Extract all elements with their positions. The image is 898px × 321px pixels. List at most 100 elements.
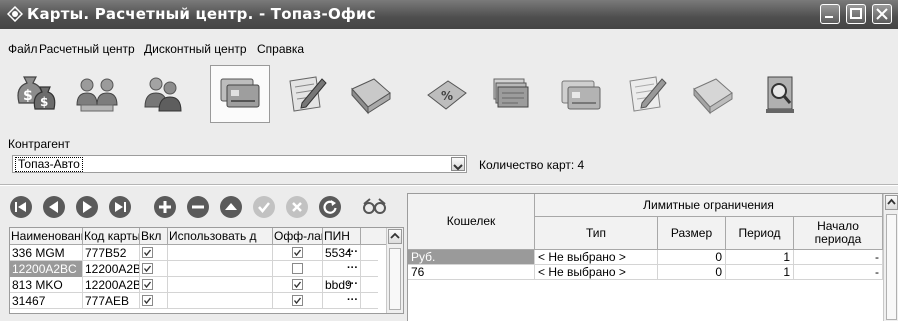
offline-checkbox[interactable] xyxy=(292,263,303,274)
table-row[interactable]: 12200A2BC 12200A2B ··· xyxy=(10,261,378,277)
toolbar-cards-button[interactable] xyxy=(210,65,270,123)
users-pair-icon xyxy=(144,77,182,112)
column-header-enabled[interactable]: Вкл xyxy=(140,228,168,244)
edit-document-icon xyxy=(629,76,667,112)
cell-use xyxy=(168,261,273,277)
menu-file[interactable]: Файл xyxy=(8,42,38,56)
svg-text:$: $ xyxy=(23,88,33,104)
nav-cancel-button[interactable] xyxy=(285,195,309,219)
nav-delete-button[interactable] xyxy=(186,195,210,219)
nav-edit-button[interactable] xyxy=(219,195,243,219)
nav-next-button[interactable] xyxy=(75,195,99,219)
menu-discount-center[interactable]: Дисконтный центр xyxy=(144,42,247,56)
ellipsis-icon[interactable]: ··· xyxy=(347,277,358,292)
column-header-period[interactable]: Период xyxy=(726,217,794,250)
menu-bar: Файл Расчетный центр Дисконтный центр Сп… xyxy=(0,42,898,60)
toolbar-report-button[interactable] xyxy=(752,68,812,122)
link-icon xyxy=(363,198,386,214)
scroll-thumb[interactable] xyxy=(886,214,897,320)
limits-scrollbar[interactable] xyxy=(883,194,898,321)
cell-use xyxy=(168,293,273,309)
column-header-type[interactable]: Тип xyxy=(535,217,658,250)
column-header-wallet[interactable]: Кошелек xyxy=(408,194,535,250)
offline-checkbox[interactable] xyxy=(292,247,303,258)
nav-prev-button[interactable] xyxy=(42,195,66,219)
toolbar-edit-button[interactable] xyxy=(278,68,338,122)
toolbar-folder2-button[interactable] xyxy=(684,68,744,122)
nav-post-button[interactable] xyxy=(252,195,276,219)
column-header-offline[interactable]: Офф-лайн xyxy=(273,228,323,244)
column-header-code[interactable]: Код карты xyxy=(83,228,140,244)
offline-checkbox[interactable] xyxy=(292,279,303,290)
enabled-checkbox[interactable] xyxy=(142,247,153,258)
column-header-name[interactable]: Наименовани xyxy=(10,228,83,244)
svg-text:%: % xyxy=(441,89,453,103)
toolbar-users-group-button[interactable] xyxy=(69,68,129,122)
discount-card-icon: % xyxy=(427,80,467,110)
scroll-thumb[interactable] xyxy=(389,248,401,310)
svg-text:$: $ xyxy=(40,95,48,109)
cell-wallet: Руб. xyxy=(408,250,535,265)
cell-code: 777B52 xyxy=(83,245,140,261)
cell-name: 31467 xyxy=(10,293,83,309)
cell-name: 336 MGM xyxy=(10,245,83,261)
post-icon xyxy=(253,196,275,218)
cards-table[interactable]: Наименовани Код карты Вкл Использовать д… xyxy=(9,227,404,314)
minimize-button[interactable] xyxy=(820,4,840,24)
table-row[interactable]: 336 MGM 777B52 5534 ··· xyxy=(10,245,378,261)
toolbar-card-stack-button[interactable] xyxy=(482,68,542,122)
menu-help[interactable]: Справка xyxy=(257,42,304,56)
enabled-checkbox[interactable] xyxy=(142,263,153,274)
cell-period: 1 xyxy=(726,265,794,280)
menu-settlement-center[interactable]: Расчетный центр xyxy=(39,42,135,56)
limits-table[interactable]: Кошелек Лимитные ограничения Тип Размер … xyxy=(407,193,898,321)
toolbar-users-pair-button[interactable] xyxy=(134,68,194,122)
toolbar-folder-button[interactable] xyxy=(342,68,402,122)
table-row[interactable]: 31467 777AEB ··· xyxy=(10,293,378,309)
cards-table-header: Наименовани Код карты Вкл Использовать д… xyxy=(10,228,403,245)
enabled-checkbox[interactable] xyxy=(142,279,153,290)
enabled-checkbox[interactable] xyxy=(142,295,153,306)
scroll-up-button[interactable] xyxy=(885,195,898,210)
column-header-use[interactable]: Использовать д xyxy=(168,228,273,244)
nav-link-button[interactable] xyxy=(361,195,386,219)
cell-use xyxy=(168,245,273,261)
maximize-button[interactable] xyxy=(846,4,866,24)
nav-first-button[interactable] xyxy=(9,195,33,219)
delete-icon xyxy=(187,196,209,218)
toolbar-money-button[interactable]: $ $ xyxy=(5,68,65,122)
offline-checkbox[interactable] xyxy=(292,295,303,306)
ellipsis-icon[interactable]: ··· xyxy=(347,293,358,308)
cards-scrollbar[interactable] xyxy=(386,228,403,313)
chevron-down-icon xyxy=(453,164,463,171)
contractor-dropdown-button[interactable] xyxy=(451,157,465,171)
column-header-period-start[interactable]: Начало периода xyxy=(794,217,883,250)
checkmark-icon xyxy=(293,249,302,257)
edit-icon xyxy=(220,196,242,218)
minimize-icon xyxy=(825,16,833,18)
checkmark-icon xyxy=(293,281,302,289)
toolbar-edit2-button[interactable] xyxy=(618,68,678,122)
column-header-size[interactable]: Размер xyxy=(658,217,726,250)
cards-icon xyxy=(220,78,260,108)
ellipsis-icon[interactable]: ··· xyxy=(347,261,358,276)
column-header-pin[interactable]: ПИН xyxy=(323,228,361,244)
close-button[interactable] xyxy=(872,4,892,24)
last-icon xyxy=(109,196,131,218)
contractor-value: Топаз-Авто xyxy=(15,157,83,172)
contractor-select[interactable]: Топаз-Авто xyxy=(12,155,467,173)
chevron-up-icon xyxy=(390,232,400,239)
nav-add-button[interactable] xyxy=(153,195,177,219)
nav-refresh-button[interactable] xyxy=(318,195,342,219)
table-row[interactable]: 813 MKO 12200A2B bbd9 ··· xyxy=(10,277,378,293)
checkmark-icon xyxy=(143,265,152,273)
cell-size: 0 xyxy=(658,250,726,265)
ellipsis-icon[interactable]: ··· xyxy=(347,245,358,260)
folder-icon xyxy=(693,78,733,115)
toolbar-cards2-button[interactable] xyxy=(552,68,612,122)
cell-wallet: 76 xyxy=(408,265,535,280)
nav-last-button[interactable] xyxy=(108,195,132,219)
toolbar-discount-button[interactable]: % xyxy=(418,68,478,122)
title-bar[interactable]: Карты. Расчетный центр. - Топаз-Офис xyxy=(0,0,898,29)
scroll-up-button[interactable] xyxy=(388,229,402,244)
